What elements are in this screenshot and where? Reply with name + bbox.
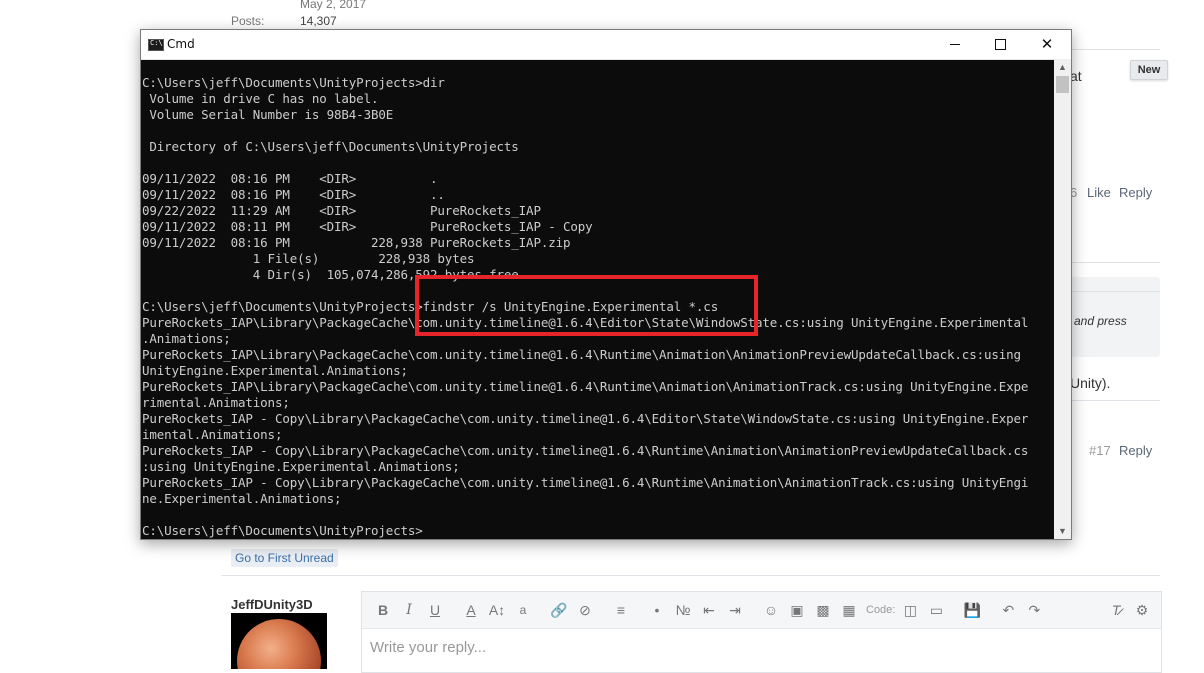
console-line: UnityEngine.Experimental.Animations; bbox=[142, 363, 408, 378]
text-color-icon[interactable]: A bbox=[460, 599, 482, 621]
console-line: PureRockets_IAP\Library\PackageCache\com… bbox=[142, 347, 1021, 362]
divider bbox=[221, 575, 1160, 576]
like-button[interactable]: Like bbox=[1087, 185, 1111, 200]
minimize-button[interactable] bbox=[932, 30, 978, 59]
console-line: PureRockets_IAP - Copy\Library\PackageCa… bbox=[142, 475, 1029, 490]
console-line: 09/11/2022 08:11 PM <DIR> PureRockets_IA… bbox=[142, 219, 593, 234]
console-line: Directory of C:\Users\jeff\Documents\Uni… bbox=[142, 139, 519, 154]
italic-icon[interactable]: I bbox=[398, 599, 420, 621]
console-line: C:\Users\jeff\Documents\UnityProjects>di… bbox=[142, 75, 445, 90]
inline-code-icon[interactable]: ▭ bbox=[925, 599, 947, 621]
cmd-icon bbox=[148, 39, 164, 51]
reply-input[interactable]: Write your reply... bbox=[362, 629, 1161, 666]
console-line: :using UnityEngine.Experimental.Animatio… bbox=[142, 459, 460, 474]
code-block-icon[interactable]: ◫ bbox=[899, 599, 921, 621]
username[interactable]: JeffDUnity3D bbox=[231, 597, 313, 612]
avatar[interactable] bbox=[231, 613, 327, 669]
numbered-list-icon[interactable]: № bbox=[672, 599, 694, 621]
bullet-list-icon[interactable]: • bbox=[646, 599, 668, 621]
close-icon: ✕ bbox=[1040, 35, 1054, 53]
quote-block: and press bbox=[1070, 277, 1160, 357]
go-to-first-unread-button[interactable]: Go to First Unread bbox=[231, 549, 338, 567]
console-line: 09/11/2022 08:16 PM 228,938 PureRockets_… bbox=[142, 235, 571, 250]
reply-button[interactable]: Reply bbox=[1119, 443, 1152, 458]
join-date: May 2, 2017 bbox=[300, 0, 367, 11]
editor-toolbar: B I U A A↕ a 🔗 ⊘ ≡ • № ⇤ ⇥ ☺ ▣ ▩ ▦ Code:… bbox=[362, 592, 1161, 629]
title-bar[interactable]: Cmd ✕ bbox=[141, 30, 1071, 60]
window-title: Cmd bbox=[167, 37, 195, 51]
toggle-bbcode-icon[interactable]: ⚙ bbox=[1131, 599, 1153, 621]
unlink-icon[interactable]: ⊘ bbox=[574, 599, 596, 621]
maximize-button[interactable] bbox=[977, 30, 1023, 59]
console-line: 09/11/2022 08:16 PM <DIR> . bbox=[142, 171, 438, 186]
underline-icon[interactable]: U bbox=[424, 599, 446, 621]
console-line: Volume in drive C has no label. bbox=[142, 91, 379, 106]
console-line: imental.Animations; bbox=[142, 427, 283, 442]
scrollbar-thumb[interactable] bbox=[1056, 76, 1069, 93]
console-line: PureRockets_IAP\Library\PackageCache\com… bbox=[142, 379, 1029, 394]
style-icon[interactable]: a bbox=[512, 599, 534, 621]
image-icon[interactable]: ▣ bbox=[786, 599, 808, 621]
scroll-down-arrow-icon[interactable]: ▼ bbox=[1054, 523, 1071, 539]
console-line: rimental.Animations; bbox=[142, 395, 290, 410]
reply-editor[interactable]: B I U A A↕ a 🔗 ⊘ ≡ • № ⇤ ⇥ ☺ ▣ ▩ ▦ Code:… bbox=[361, 591, 1162, 673]
scroll-up-arrow-icon[interactable]: ▲ bbox=[1054, 59, 1071, 75]
indent-icon[interactable]: ⇥ bbox=[724, 599, 746, 621]
post-number[interactable]: #17 bbox=[1089, 443, 1111, 458]
font-size-icon[interactable]: A↕ bbox=[486, 599, 508, 621]
media-icon[interactable]: ▩ bbox=[812, 599, 834, 621]
new-badge: New bbox=[1130, 60, 1168, 80]
bold-icon[interactable]: B bbox=[372, 599, 394, 621]
maximize-icon bbox=[994, 39, 1006, 50]
console-line: 1 File(s) 228,938 bytes bbox=[142, 251, 475, 266]
close-button[interactable]: ✕ bbox=[1024, 30, 1070, 59]
console-line: ne.Experimental.Animations; bbox=[142, 491, 342, 506]
link-icon[interactable]: 🔗 bbox=[548, 599, 570, 621]
outdent-icon[interactable]: ⇤ bbox=[698, 599, 720, 621]
reply-button[interactable]: Reply bbox=[1119, 185, 1152, 200]
quote-text-fragment: and press bbox=[1074, 314, 1127, 328]
minimize-icon bbox=[950, 44, 960, 45]
divider bbox=[1070, 262, 1160, 263]
console-line: 09/11/2022 08:16 PM <DIR> .. bbox=[142, 187, 445, 202]
undo-icon[interactable]: ↶ bbox=[997, 599, 1019, 621]
posts-label: Posts: bbox=[231, 14, 265, 28]
remove-format-icon[interactable]: T̷ bbox=[1105, 599, 1127, 621]
highlight-box bbox=[415, 275, 758, 336]
smiley-icon[interactable]: ☺ bbox=[760, 599, 782, 621]
divider bbox=[1070, 49, 1160, 50]
post-text-fragment: Unity). bbox=[1070, 375, 1111, 391]
console-line: C:\Users\jeff\Documents\UnityProjects> bbox=[142, 523, 423, 538]
console-line: PureRockets_IAP - Copy\Library\PackageCa… bbox=[142, 443, 1029, 458]
redo-icon[interactable]: ↷ bbox=[1023, 599, 1045, 621]
code-label: Code: bbox=[866, 604, 896, 616]
console-line: 09/22/2022 11:29 AM <DIR> PureRockets_IA… bbox=[142, 203, 541, 218]
console-line: PureRockets_IAP - Copy\Library\PackageCa… bbox=[142, 411, 1029, 426]
align-icon[interactable]: ≡ bbox=[610, 599, 632, 621]
table-icon[interactable]: ▦ bbox=[838, 599, 860, 621]
save-draft-icon[interactable]: 💾 bbox=[961, 599, 983, 621]
console-line: Volume Serial Number is 98B4-3B0E bbox=[142, 107, 394, 122]
scrollbar[interactable]: ▲ ▼ bbox=[1054, 59, 1071, 539]
divider bbox=[1070, 400, 1160, 401]
posts-count: 14,307 bbox=[300, 14, 337, 28]
